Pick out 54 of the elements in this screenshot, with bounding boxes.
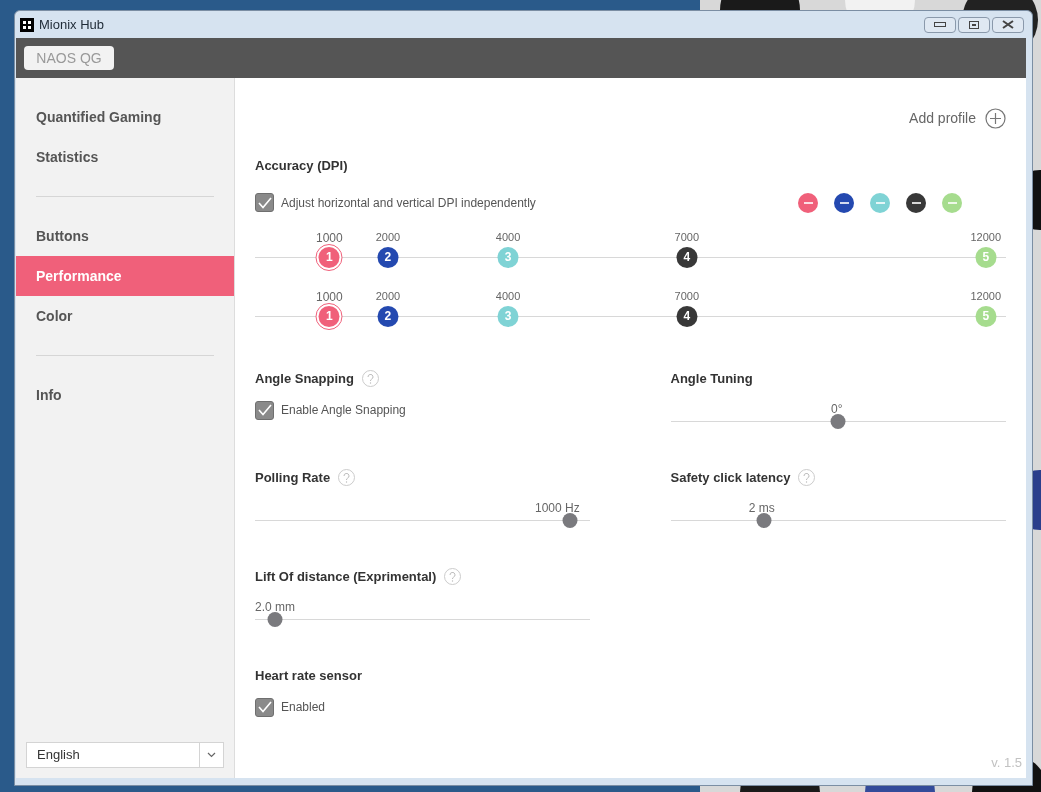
sidebar-item[interactable]: Statistics: [16, 137, 234, 177]
setting-title: Angle Tuning: [670, 369, 753, 388]
maximize-button[interactable]: [958, 16, 990, 33]
dpi-value: 4000: [495, 288, 521, 304]
slider-thumb[interactable]: [267, 611, 283, 627]
dpi-marker[interactable]: 4: [676, 246, 698, 268]
checkbox[interactable]: [255, 697, 274, 717]
dpi-value: 2000: [375, 288, 401, 304]
minimize-icon: [934, 22, 946, 27]
setting-title: Lift Of distance (Exprimental): [255, 567, 437, 586]
close-button[interactable]: [992, 16, 1024, 33]
dpi-marker[interactable]: 4: [676, 305, 698, 327]
checkbox-label: Enabled: [281, 699, 326, 716]
slider-value: 2 ms: [748, 499, 775, 517]
slider-value: 0°: [831, 400, 843, 418]
sidebar-item[interactable]: Buttons: [16, 216, 234, 256]
checkbox-label: Adjust horizontal and vertical DPI independently: [281, 194, 536, 212]
version-label: v. 1.5: [991, 753, 1022, 772]
restore-icon: [969, 20, 979, 29]
setting-title: Heart rate sensor: [255, 666, 362, 685]
dpi-value: 7000: [674, 229, 700, 245]
sidebar-item[interactable]: Quantified Gaming: [16, 97, 234, 137]
dpi-marker[interactable]: 2: [377, 246, 399, 268]
chevron-down-icon: [207, 752, 216, 758]
language-value: English: [36, 746, 81, 765]
dpi-value: 1000: [316, 229, 343, 247]
language-dropdown[interactable]: English: [26, 742, 224, 768]
setting-title: Safety click latency: [670, 468, 791, 487]
add-icon[interactable]: [985, 107, 1006, 129]
sidebar-item[interactable]: Info: [16, 375, 234, 415]
sidebar-item[interactable]: Color: [16, 296, 234, 336]
section-title: Accuracy (DPI): [255, 157, 349, 175]
dpi-marker[interactable]: 2: [377, 305, 399, 327]
setting-title: Angle Snapping: [255, 369, 354, 388]
add-profile-link[interactable]: Add profile: [909, 107, 976, 129]
dpi-value: 2000: [375, 229, 401, 245]
dpi-value: 12000: [970, 288, 1001, 304]
setting-title: Polling Rate: [255, 468, 331, 487]
dpi-value: 1000: [316, 288, 343, 306]
dpi-value: 12000: [970, 229, 1001, 245]
checkbox[interactable]: [255, 193, 274, 212]
checkbox[interactable]: [255, 400, 274, 420]
window-title: Mionix Hub: [39, 15, 105, 34]
dpi-value: 4000: [495, 229, 521, 245]
slider-thumb[interactable]: [830, 413, 846, 429]
dpi-value: 7000: [674, 288, 700, 304]
close-icon: [1002, 20, 1014, 29]
minimize-button[interactable]: [924, 16, 956, 33]
slider-value: 2.0 mm: [255, 598, 295, 616]
checkbox-label: Enable Angle Snapping: [281, 402, 406, 419]
slider-value: 1000 Hz: [535, 499, 580, 517]
slider-thumb[interactable]: [756, 512, 772, 528]
app-logo-icon: [20, 17, 34, 32]
slider-thumb[interactable]: [562, 512, 578, 528]
